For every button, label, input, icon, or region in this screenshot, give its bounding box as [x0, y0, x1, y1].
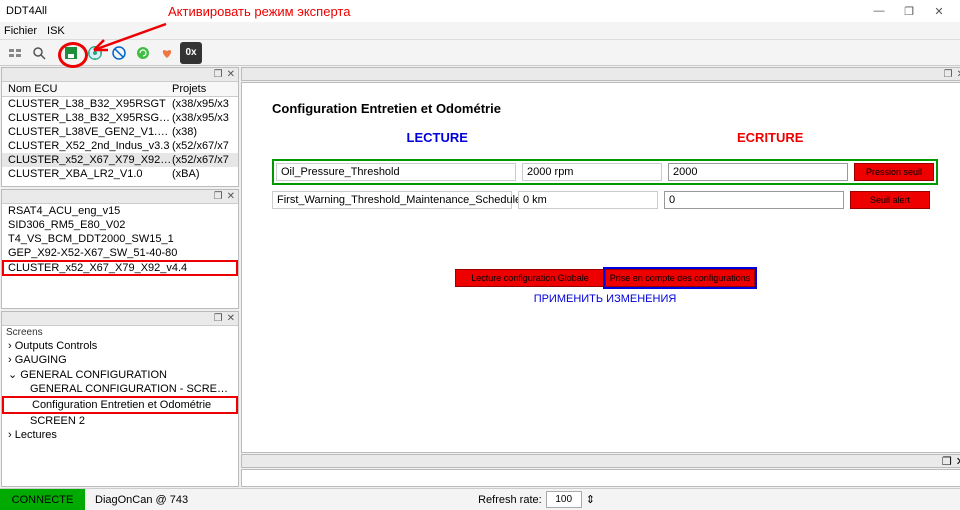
- pane-header: ❐✕: [2, 312, 238, 326]
- param-row: Oil_Pressure_Threshold 2000 rpm Pression…: [272, 159, 938, 185]
- list-item[interactable]: GEP_X92-X52-X67_SW_51-40-80: [2, 246, 238, 260]
- table-row[interactable]: CLUSTER_x52_X67_X79_X92_v4.4(x52/x67/x7: [2, 153, 238, 167]
- tree-item[interactable]: › Lectures: [2, 428, 238, 442]
- apply-note: ПРИМЕНИТЬ ИЗМЕНЕНИЯ: [272, 293, 938, 305]
- screens-tree[interactable]: › Outputs Controls › GAUGING ⌄ GENERAL C…: [2, 339, 238, 442]
- pane-header: ❐✕: [2, 68, 238, 82]
- main-area: ❐✕ Nom ECUProjets CLUSTER_L38_B32_X95RSG…: [0, 66, 960, 488]
- tree-item[interactable]: SCREEN 2: [2, 414, 238, 428]
- dock-icon[interactable]: ❐: [942, 455, 952, 468]
- close-icon[interactable]: ✕: [227, 191, 235, 202]
- dock-icon[interactable]: ❐: [944, 69, 953, 80]
- table-row[interactable]: CLUSTER_XBA_LR2_V1.0(xBA): [2, 167, 238, 181]
- tree-item[interactable]: › GAUGING: [2, 353, 238, 367]
- list-item[interactable]: RSAT4_ACU_eng_v15: [2, 204, 238, 218]
- refresh-label: Refresh rate:: [478, 494, 542, 506]
- save-icon[interactable]: [60, 42, 82, 64]
- content-header: ❐✕: [241, 67, 960, 81]
- lecture-label: LECTURE: [407, 130, 468, 145]
- close-icon[interactable]: ✕: [957, 69, 960, 80]
- column-headers: LECTURE ECRITURE: [272, 130, 938, 145]
- annotation-text: Активировать режим эксперта: [168, 4, 350, 19]
- write-button[interactable]: Seuil alert: [850, 191, 930, 209]
- content-pane: Configuration Entretien et Odométrie LEC…: [241, 82, 960, 453]
- param-write-input[interactable]: [668, 163, 848, 181]
- param-read-value: 0 km: [518, 191, 658, 209]
- right-area: ❐✕ Configuration Entretien et Odométrie …: [240, 66, 960, 488]
- refresh-control: Refresh rate: ⇕: [478, 491, 595, 508]
- param-row: First_Warning_Threshold_Maintenance_Sche…: [272, 191, 938, 209]
- pane-header: ❐✕: [2, 190, 238, 204]
- statusbar: CONNECTE DiagOnCan @ 743 Refresh rate: ⇕: [0, 488, 960, 510]
- titlebar: DDT4All — ❐ ✕: [0, 0, 960, 22]
- param-read-value: 2000 rpm: [522, 163, 662, 181]
- ecu-table[interactable]: Nom ECUProjets CLUSTER_L38_B32_X95RSGT(x…: [2, 82, 238, 181]
- pane-title: Screens: [2, 326, 238, 339]
- apply-config-button[interactable]: Prise en compte des configurations: [605, 269, 755, 287]
- loaded-list[interactable]: RSAT4_ACU_eng_v15 SID306_RM5_E80_V02 T4_…: [2, 204, 238, 276]
- dock-icon[interactable]: ❐: [214, 191, 223, 202]
- table-row[interactable]: CLUSTER_L38VE_GEN2_V1.07_CHN(x38): [2, 125, 238, 139]
- param-label: First_Warning_Threshold_Maintenance_Sche…: [272, 191, 512, 209]
- close-icon[interactable]: ✕: [227, 313, 235, 324]
- tree-item-selected[interactable]: Configuration Entretien et Odométrie: [2, 396, 238, 414]
- close-icon[interactable]: ✕: [227, 69, 235, 80]
- search-icon[interactable]: [28, 42, 50, 64]
- list-item[interactable]: T4_VS_BCM_DDT2000_SW15_1: [2, 232, 238, 246]
- action-buttons: Lecture configuration Globale Prise en c…: [272, 269, 938, 287]
- connection-status: CONNECTE: [0, 489, 85, 510]
- content-footer: ❐✕: [241, 454, 960, 468]
- annotation-arrow-icon: [88, 22, 168, 56]
- param-write-input[interactable]: [664, 191, 844, 209]
- table-row[interactable]: CLUSTER_L38_B32_X95RSGT(x38/x95/x3: [2, 97, 238, 111]
- table-header: Nom ECUProjets: [2, 82, 238, 97]
- stepper-icon[interactable]: ⇕: [586, 493, 595, 506]
- close-button[interactable]: ✕: [924, 2, 954, 20]
- list-item[interactable]: SID306_RM5_E80_V02: [2, 218, 238, 232]
- dock-icon[interactable]: ❐: [214, 313, 223, 324]
- refresh-input[interactable]: [546, 491, 582, 508]
- param-label: Oil_Pressure_Threshold: [276, 163, 516, 181]
- left-sidebar: ❐✕ Nom ECUProjets CLUSTER_L38_B32_X95RSG…: [0, 66, 240, 488]
- list-item-selected[interactable]: CLUSTER_x52_X67_X79_X92_v4.4: [2, 260, 238, 276]
- menu-file[interactable]: Fichier: [4, 25, 37, 37]
- table-row[interactable]: CLUSTER_X52_2nd_Indus_v3.3(x52/x67/x7: [2, 139, 238, 153]
- tree-item[interactable]: GENERAL CONFIGURATION - SCREEN 1: [2, 382, 238, 396]
- db-icon[interactable]: [4, 42, 26, 64]
- close-icon[interactable]: ✕: [956, 455, 960, 468]
- ecriture-label: ECRITURE: [737, 130, 803, 145]
- tree-item[interactable]: › Outputs Controls: [2, 339, 238, 353]
- table-row[interactable]: CLUSTER_L38_B32_X95RSGT_V6.0(x38/x95/x3: [2, 111, 238, 125]
- log-pane: [241, 469, 960, 487]
- menu-isk[interactable]: ISK: [47, 25, 65, 37]
- app-title: DDT4All: [6, 5, 864, 17]
- minimize-button[interactable]: —: [864, 2, 894, 20]
- hex-icon[interactable]: 0x: [180, 42, 202, 64]
- write-button[interactable]: Pression seuil: [854, 163, 934, 181]
- page-title: Configuration Entretien et Odométrie: [272, 101, 938, 116]
- dock-icon[interactable]: ❐: [214, 69, 223, 80]
- ecu-pane: ❐✕ Nom ECUProjets CLUSTER_L38_B32_X95RSG…: [1, 67, 239, 187]
- loaded-pane: ❐✕ RSAT4_ACU_eng_v15 SID306_RM5_E80_V02 …: [1, 189, 239, 309]
- maximize-button[interactable]: ❐: [894, 2, 924, 20]
- read-config-button[interactable]: Lecture configuration Globale: [455, 269, 605, 287]
- tree-item[interactable]: ⌄ GENERAL CONFIGURATION: [2, 367, 238, 382]
- adapter-label: DiagOnCan @ 743: [89, 494, 194, 506]
- screens-pane: ❐✕ Screens › Outputs Controls › GAUGING …: [1, 311, 239, 487]
